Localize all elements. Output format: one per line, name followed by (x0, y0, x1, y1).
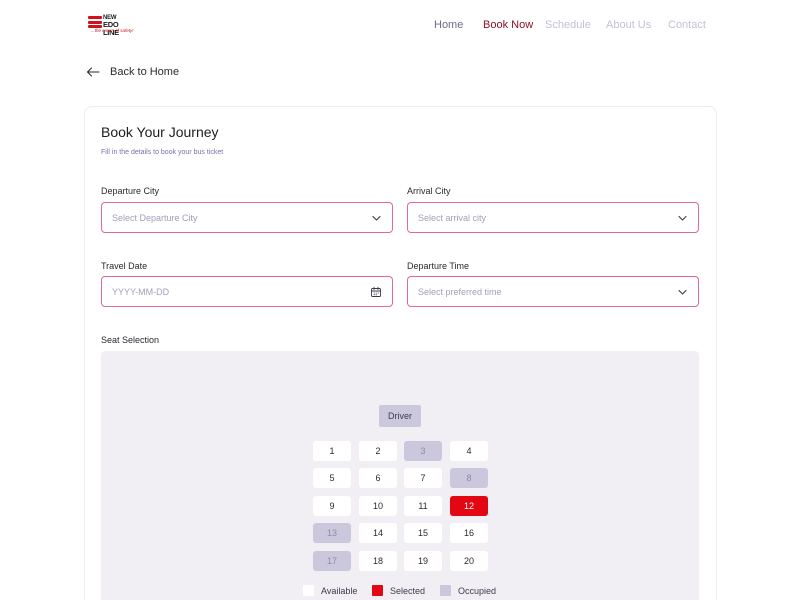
seat-14[interactable]: 14 (359, 523, 397, 543)
calendar-icon[interactable] (370, 286, 382, 298)
seat-17: 17 (313, 551, 351, 571)
seat-11[interactable]: 11 (404, 496, 442, 516)
seat-map-panel (101, 351, 699, 600)
seat-18[interactable]: 18 (359, 551, 397, 571)
seat-selection-label: Seat Selection (101, 335, 160, 345)
nav-book-now[interactable]: Book Now (483, 18, 533, 32)
logo-mark-icon (88, 16, 102, 28)
departure-city-label: Departure City (101, 186, 160, 196)
legend-selected: Selected (372, 585, 425, 596)
legend-occupied: Occupied (440, 585, 496, 596)
arrival-city-label: Arrival City (407, 186, 451, 196)
seat-19[interactable]: 19 (404, 551, 442, 571)
chevron-down-icon (678, 215, 687, 221)
seat-9[interactable]: 9 (313, 496, 351, 516)
legend-occupied-swatch (440, 585, 451, 596)
nav-about-us[interactable]: About Us (606, 18, 651, 32)
chevron-down-icon (678, 289, 687, 295)
legend-available-swatch (303, 585, 314, 596)
departure-time-select[interactable]: Select preferred time (407, 276, 699, 307)
seat-13: 13 (313, 523, 351, 543)
nav-contact[interactable]: Contact (668, 18, 706, 32)
back-to-home-label: Back to Home (110, 66, 180, 78)
seat-1[interactable]: 1 (313, 441, 351, 461)
legend-selected-label: Selected (390, 585, 426, 596)
departure-time-label: Departure Time (407, 261, 470, 271)
back-to-home-link[interactable]: Back to Home (86, 64, 179, 80)
seat-4[interactable]: 4 (450, 441, 488, 461)
travel-date-label: Travel Date (101, 261, 148, 271)
seat-16[interactable]: 16 (450, 523, 488, 543)
travel-date-placeholder: YYYY-MM-DD (112, 286, 170, 297)
seat-10[interactable]: 10 (359, 496, 397, 516)
travel-date-input[interactable]: YYYY-MM-DD (101, 276, 393, 307)
nav-schedule[interactable]: Schedule (545, 18, 591, 32)
departure-city-select[interactable]: Select Departure City (101, 202, 393, 233)
arrow-left-icon (86, 67, 100, 77)
seat-12[interactable]: 12 (450, 496, 488, 516)
departure-time-placeholder: Select preferred time (418, 286, 502, 297)
seat-7[interactable]: 7 (404, 468, 442, 488)
page-subtitle: Fill in the details to book your bus tic… (101, 149, 224, 156)
legend-available: Available (303, 585, 357, 596)
seat-6[interactable]: 6 (359, 468, 397, 488)
chevron-down-icon (372, 215, 381, 221)
legend-occupied-label: Occupied (458, 585, 497, 596)
logo-tagline: ...the return of safety! (91, 28, 134, 33)
nav-home[interactable]: Home (434, 18, 463, 32)
seat-15[interactable]: 15 (404, 523, 442, 543)
arrival-city-select[interactable]: Select arrival city (407, 202, 699, 233)
driver-seat: Driver (379, 405, 421, 427)
seat-3: 3 (404, 441, 442, 461)
seat-8: 8 (450, 468, 488, 488)
seat-5[interactable]: 5 (313, 468, 351, 488)
departure-city-placeholder: Select Departure City (112, 212, 198, 223)
legend-selected-swatch (372, 585, 383, 596)
legend-available-label: Available (321, 585, 358, 596)
seat-2[interactable]: 2 (359, 441, 397, 461)
site-header: NEW EDO LINE ...the return of safety! Ho… (0, 0, 800, 50)
arrival-city-placeholder: Select arrival city (418, 212, 487, 223)
page-title: Book Your Journey (101, 124, 219, 140)
brand-logo[interactable]: NEW EDO LINE ...the return of safety! (88, 15, 136, 37)
seat-20[interactable]: 20 (450, 551, 488, 571)
